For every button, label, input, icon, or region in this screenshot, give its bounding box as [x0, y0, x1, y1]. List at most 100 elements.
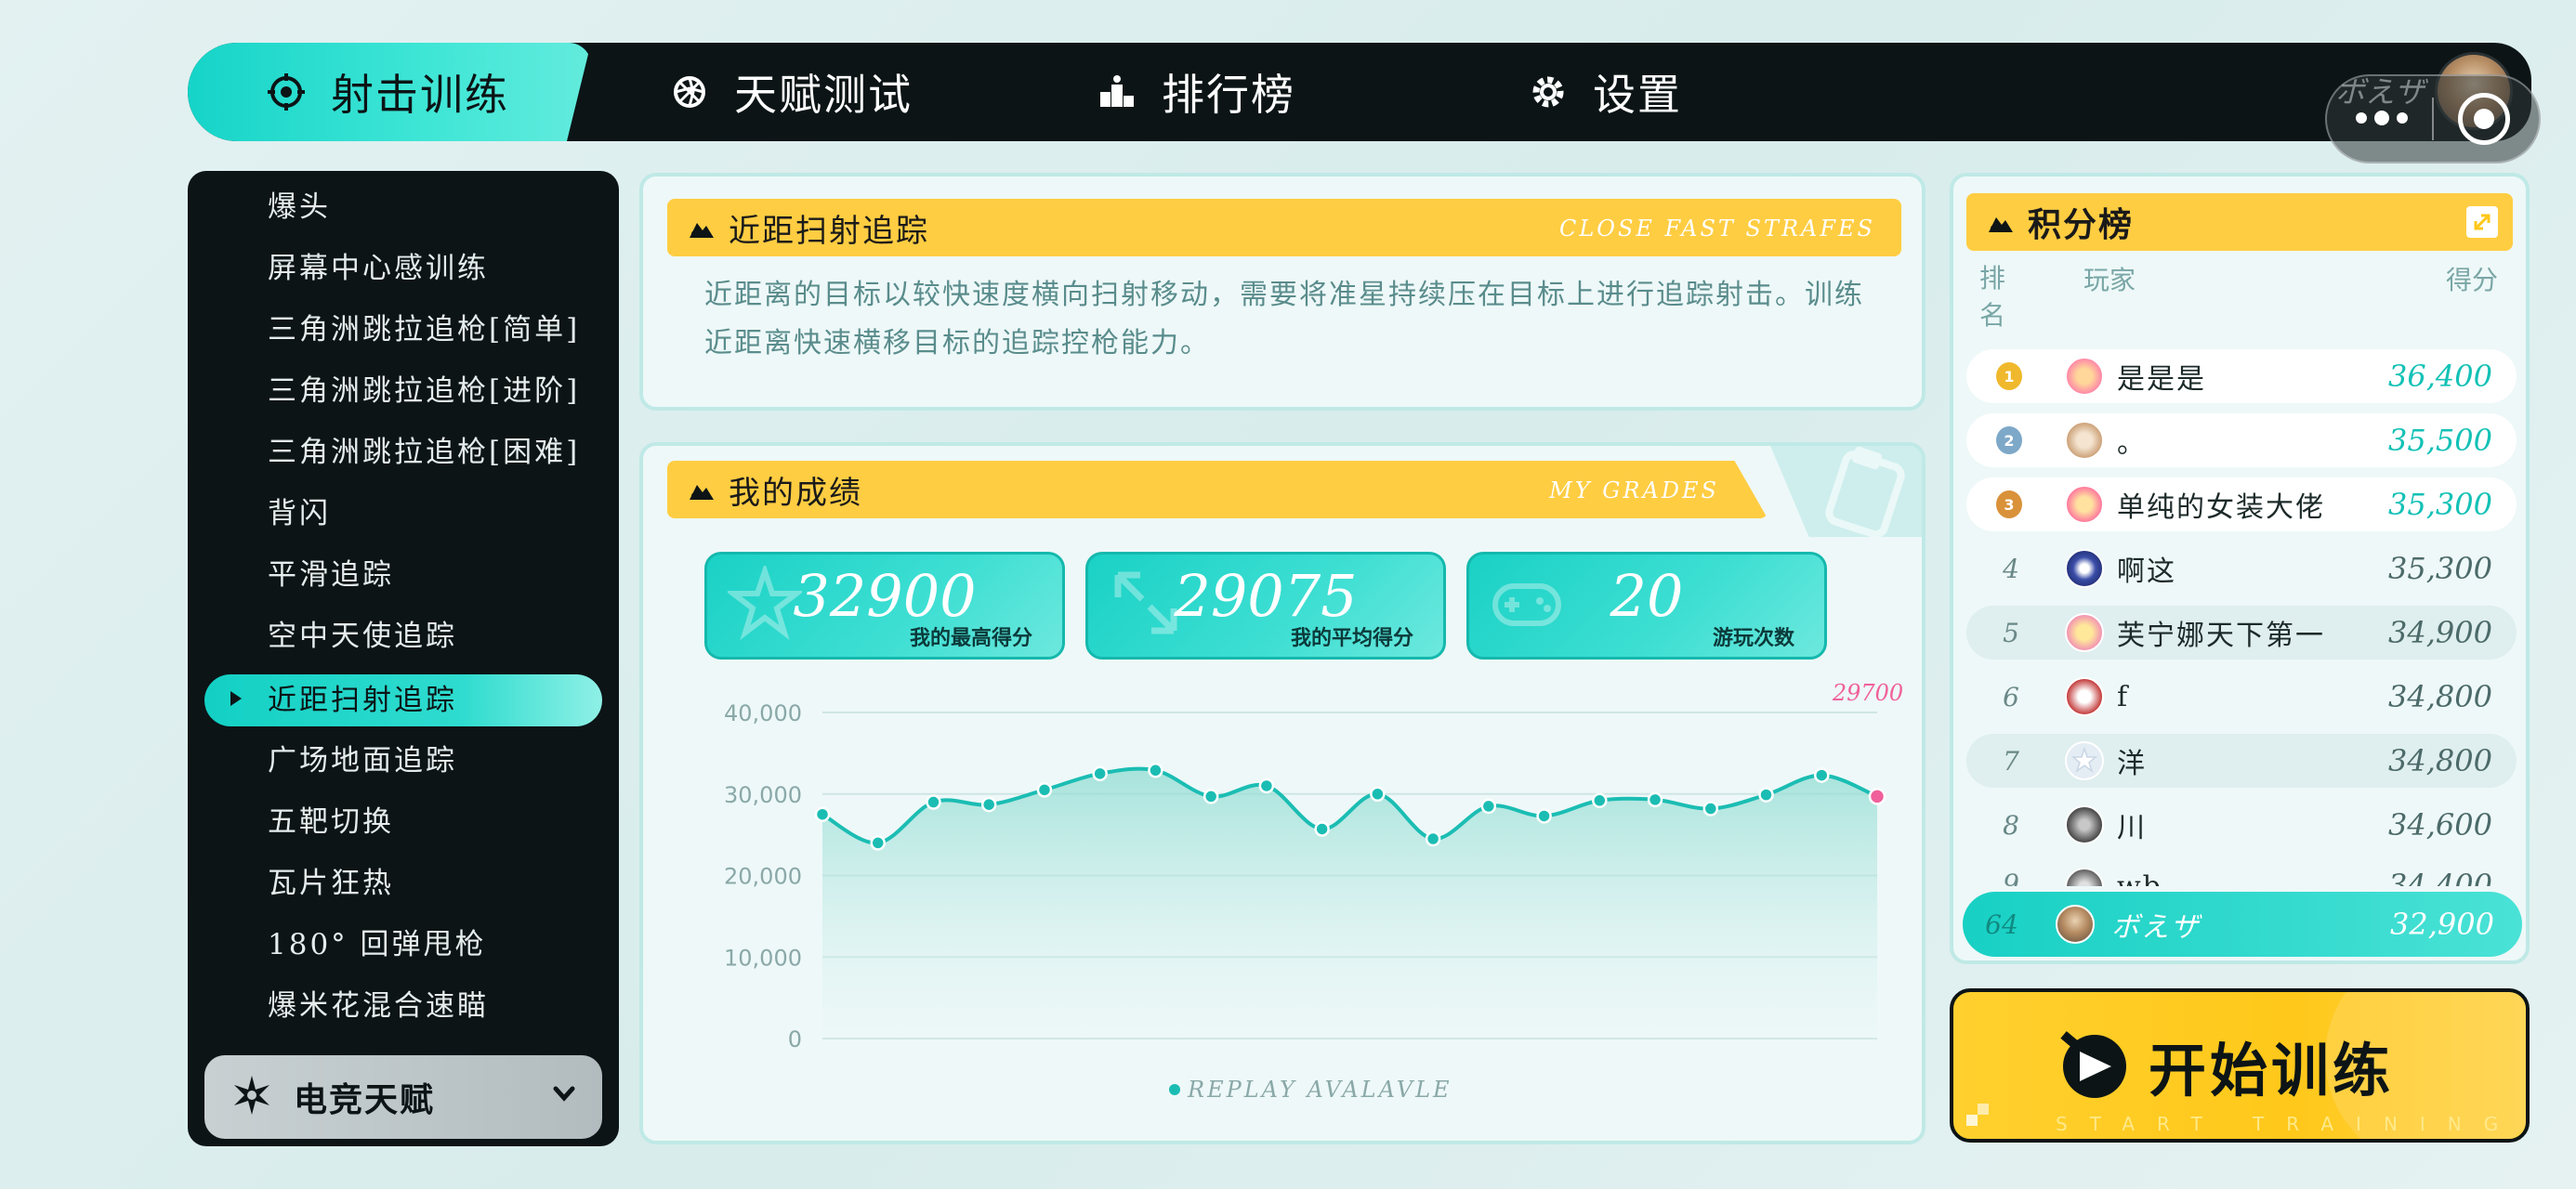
- sidebar-item[interactable]: 空中天使追踪: [268, 611, 457, 661]
- chart-point[interactable]: [1425, 830, 1441, 847]
- leaderboard-row[interactable]: 3 单纯的女装大佬 35,300: [1966, 477, 2517, 531]
- sidebar-item[interactable]: 五靶切换: [268, 797, 394, 847]
- chart-point[interactable]: [1814, 767, 1830, 783]
- expand-icon[interactable]: [2466, 206, 2498, 238]
- sidebar-item[interactable]: 瓦片狂热: [268, 858, 394, 908]
- player-score: 34,800: [2388, 679, 2492, 714]
- rank-number: 6: [2003, 681, 2019, 712]
- sidebar-item[interactable]: 平滑追踪: [268, 550, 394, 600]
- rank-number: 4: [2003, 553, 2019, 584]
- chart-point[interactable]: [1758, 787, 1774, 803]
- my-grades-card: 我的成绩 MY GRADES 32900 我的最高得分 29075 我的平均得分…: [639, 442, 1925, 1144]
- player-name: 啊这: [2117, 555, 2176, 588]
- tab-talent-test[interactable]: 天赋测试: [671, 43, 913, 141]
- leaderboard-row[interactable]: 1 是是是 36,400: [1966, 349, 2517, 403]
- sidebar-item[interactable]: 三角洲跳拉追枪[简单]: [268, 305, 580, 355]
- sidebar-item[interactable]: 广场地面追踪: [268, 736, 457, 786]
- player-score: 34,600: [2388, 807, 2492, 843]
- chart-point[interactable]: [1370, 786, 1386, 802]
- mode-description: 近距离的目标以较快速度横向扫射移动，需要将准星持续压在目标上进行追踪射击。训练 …: [704, 271, 1885, 368]
- chart-point[interactable]: [1258, 777, 1275, 794]
- sidebar-item[interactable]: 屏幕中心感训练: [268, 243, 489, 294]
- leaderboard-row[interactable]: 7 洋 34,800: [1966, 734, 2517, 788]
- sidebar-item-label: 近距扫射追踪: [268, 684, 457, 717]
- sidebar-item-active[interactable]: 近距扫射追踪: [204, 674, 602, 726]
- chart-point[interactable]: [814, 806, 831, 822]
- aperture-icon: [671, 73, 708, 111]
- sidebar-item[interactable]: 爆米花混合速瞄: [268, 981, 489, 1031]
- leaderboard-row[interactable]: 2 。 35,500: [1966, 413, 2517, 467]
- chart-legend: REPLAY AVALAVLE: [1187, 1077, 1452, 1103]
- more-menu-icon[interactable]: [2356, 111, 2408, 125]
- sidebar-item[interactable]: 三角洲跳拉追枪[困难]: [268, 427, 580, 477]
- tab-shooting-training[interactable]: 射击训练: [188, 43, 591, 141]
- column-header-player: 玩家: [2083, 265, 2136, 295]
- y-tick-label: 30,000: [724, 782, 802, 808]
- mode-title: 近距扫射追踪: [729, 212, 929, 250]
- mini-program-capsule: [2325, 74, 2541, 163]
- mountain-icon: [690, 223, 714, 238]
- avatar: [2065, 677, 2104, 716]
- leaderboard-row[interactable]: 6 f 34,800: [1966, 670, 2517, 724]
- avatar: [2065, 421, 2104, 460]
- player-score: 35,500: [2388, 423, 2492, 458]
- player-score: 34,800: [2388, 743, 2492, 778]
- sidebar-item[interactable]: 三角洲跳拉追枪[进阶]: [268, 366, 580, 416]
- chart-point[interactable]: [1536, 808, 1552, 824]
- chart-point[interactable]: [870, 835, 886, 851]
- leaderboard-row[interactable]: 4 啊这 35,300: [1966, 542, 2517, 595]
- esports-talent-button[interactable]: 电竞天赋: [204, 1055, 602, 1139]
- y-tick-label: 10,000: [724, 945, 802, 971]
- y-tick-label: 20,000: [724, 864, 802, 890]
- start-training-sublabel: START TRAINING: [2056, 1113, 2521, 1135]
- chart-point-latest[interactable]: [1868, 788, 1886, 805]
- capsule-divider: [2432, 98, 2434, 140]
- chart-point[interactable]: [926, 794, 941, 810]
- avatar: [2065, 805, 2104, 844]
- my-score: 32,900: [2390, 907, 2494, 942]
- podium-icon: [1098, 73, 1136, 111]
- play-arrow-icon: [230, 691, 242, 706]
- leaderboard-row[interactable]: 8 川 34,600: [1966, 798, 2517, 852]
- training-sidebar: 爆头 屏幕中心感训练 三角洲跳拉追枪[简单] 三角洲跳拉追枪[进阶] 三角洲跳拉…: [188, 171, 619, 1146]
- player-name: 是是是: [2117, 363, 2206, 396]
- star-icon: [2070, 746, 2098, 774]
- chart-point[interactable]: [1203, 789, 1219, 804]
- tab-label: 天赋测试: [734, 70, 913, 120]
- chevron-down-icon: [550, 1079, 578, 1111]
- chart-point[interactable]: [1092, 765, 1108, 782]
- start-training-button[interactable]: 开始训练 START TRAINING: [1950, 988, 2530, 1143]
- leaderboard-row-partial[interactable]: 9 wb 34,400: [1966, 858, 2517, 886]
- sidebar-item[interactable]: 背闪: [268, 489, 331, 539]
- avatar: [2056, 905, 2095, 944]
- description-line: 近距离快速横移目标的追踪控枪能力。: [704, 327, 1210, 359]
- mode-title-bar: 近距扫射追踪 CLOSE FAST STRAFES: [667, 199, 1901, 256]
- y-tick-label: 40,000: [724, 700, 802, 726]
- tab-leaderboard[interactable]: 排行榜: [1098, 43, 1295, 141]
- my-rank-row[interactable]: 64 ボえザ 32,900: [1963, 892, 2522, 957]
- description-line: 近距离的目标以较快速度横向扫射移动，需要将准星持续压在目标上进行追踪射击。训练: [704, 279, 1864, 311]
- leaderboard-row[interactable]: 5 芙宁娜天下第一 34,900: [1966, 606, 2517, 660]
- player-name: 川: [2117, 812, 2147, 844]
- chart-point[interactable]: [980, 796, 997, 813]
- chart-point[interactable]: [1036, 782, 1053, 798]
- tab-settings[interactable]: 设置: [1530, 43, 1682, 141]
- sidebar-item[interactable]: 爆头: [268, 182, 331, 232]
- chart-point[interactable]: [1647, 791, 1663, 808]
- close-circle-icon[interactable]: [2458, 93, 2510, 145]
- chart-point[interactable]: [1480, 798, 1497, 815]
- chart-y-axis: 40,000 30,000 20,000 10,000 0: [724, 700, 802, 1052]
- esports-talent-label: 电竞天赋: [294, 1081, 436, 1119]
- player-name: 洋: [2117, 748, 2147, 780]
- chart-point[interactable]: [1702, 801, 1719, 817]
- leaderboard-title: 积分榜: [2028, 206, 2135, 244]
- start-training-label: 开始训练: [2149, 1037, 2395, 1104]
- chart-point[interactable]: [1148, 763, 1163, 778]
- chart-point[interactable]: [1314, 821, 1330, 837]
- tab-label: 排行榜: [1162, 70, 1295, 120]
- chart-point[interactable]: [1592, 792, 1608, 809]
- sidebar-item[interactable]: 180° 回弹甩枪: [268, 920, 487, 970]
- gold-medal-icon: 1: [1996, 362, 2022, 390]
- column-header-score: 得分: [2445, 265, 2498, 295]
- chart-last-value-label: 29700: [1832, 680, 1903, 706]
